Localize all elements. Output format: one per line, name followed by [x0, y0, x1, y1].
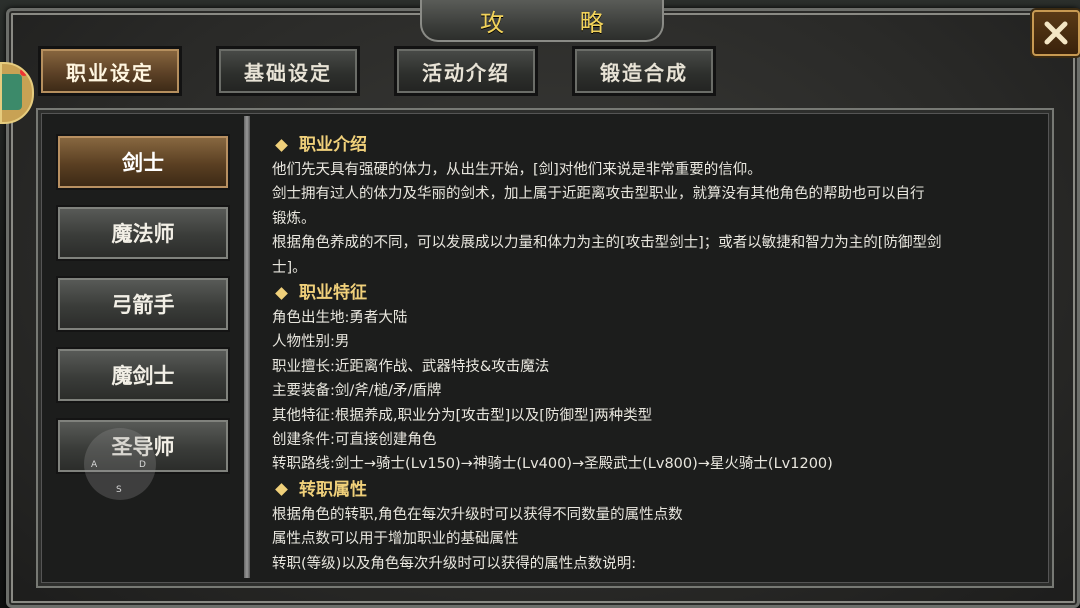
text-line: 其他特征:根据养成,职业分为[攻击型]以及[防御型]两种类型: [272, 407, 653, 424]
window-title: 攻 略: [480, 8, 638, 37]
class-button-archer[interactable]: 弓箭手: [56, 276, 230, 332]
diamond-bullet-icon: [275, 286, 288, 300]
section-heading: 职业特征: [272, 280, 1032, 306]
text-line: 职业擅长:近距离作战、武器特技&攻击魔法: [272, 358, 550, 375]
text-line: 剑士拥有过人的体力及华丽的剑术，加上属于近距离攻击型职业，就算没有其他角色的帮助…: [272, 186, 925, 203]
class-button-mage[interactable]: 魔法师: [56, 205, 230, 261]
text-line: 他们先天具有强硬的体力，从出生开始，[剑]对他们来说是非常重要的信仰。: [272, 162, 762, 178]
class-list: 剑士 魔法师 弓箭手 魔剑士 圣导师: [56, 134, 234, 489]
section-heading: 转职属性: [272, 477, 1032, 503]
text-line: 主要装备:剑/斧/槌/矛/盾牌: [272, 383, 442, 400]
title-plate: 攻 略: [420, 0, 664, 42]
tab-basic-settings[interactable]: 基础设定: [216, 46, 360, 96]
text-line: 根据角色的转职,角色在每次升级时可以获得不同数量的属性点数: [272, 506, 683, 523]
text-line: 锻炼。: [272, 210, 316, 227]
tab-class-settings[interactable]: 职业设定: [38, 46, 182, 96]
joystick-key-a: A: [91, 460, 98, 470]
tab-events[interactable]: 活动介绍: [394, 46, 538, 96]
section-heading: 职业介绍: [272, 132, 1032, 158]
text-line: 转职(等级)以及角色每次升级时可以获得的属性点数说明:: [272, 555, 637, 572]
notification-dot: [20, 68, 28, 76]
joystick-key-d: D: [139, 460, 146, 470]
joystick-key-s: S: [116, 485, 122, 495]
virtual-joystick[interactable]: A D S: [84, 428, 156, 500]
diamond-bullet-icon: [275, 483, 288, 497]
badge-icon: [2, 74, 22, 110]
guide-content: 职业介绍 他们先天具有强硬的体力，从出生开始，[剑]对他们来说是非常重要的信仰。…: [272, 132, 1032, 576]
class-button-magic-swordsman[interactable]: 魔剑士: [56, 347, 230, 403]
panel-divider: [244, 116, 250, 578]
text-line: 人物性别:男: [272, 334, 350, 351]
text-line: 士]。: [272, 259, 307, 276]
close-button[interactable]: [1032, 10, 1080, 56]
class-button-swordsman[interactable]: 剑士: [56, 134, 230, 190]
text-line: 创建条件:可直接创建角色: [272, 432, 437, 449]
text-line: 根据角色养成的不同，可以发展成以力量和体力为主的[攻击型剑士]；或者以敏捷和智力…: [272, 235, 942, 252]
text-line: 转职路线:剑士→骑士(Lv150)→神骑士(Lv400)→圣殿武士(Lv800)…: [272, 456, 833, 473]
text-line: 角色出生地:勇者大陆: [272, 310, 408, 327]
close-icon: [1044, 21, 1068, 45]
diamond-bullet-icon: [275, 138, 288, 152]
tab-forging[interactable]: 锻造合成: [572, 46, 716, 96]
text-line: 属性点数可以用于增加职业的基础属性: [272, 531, 519, 548]
